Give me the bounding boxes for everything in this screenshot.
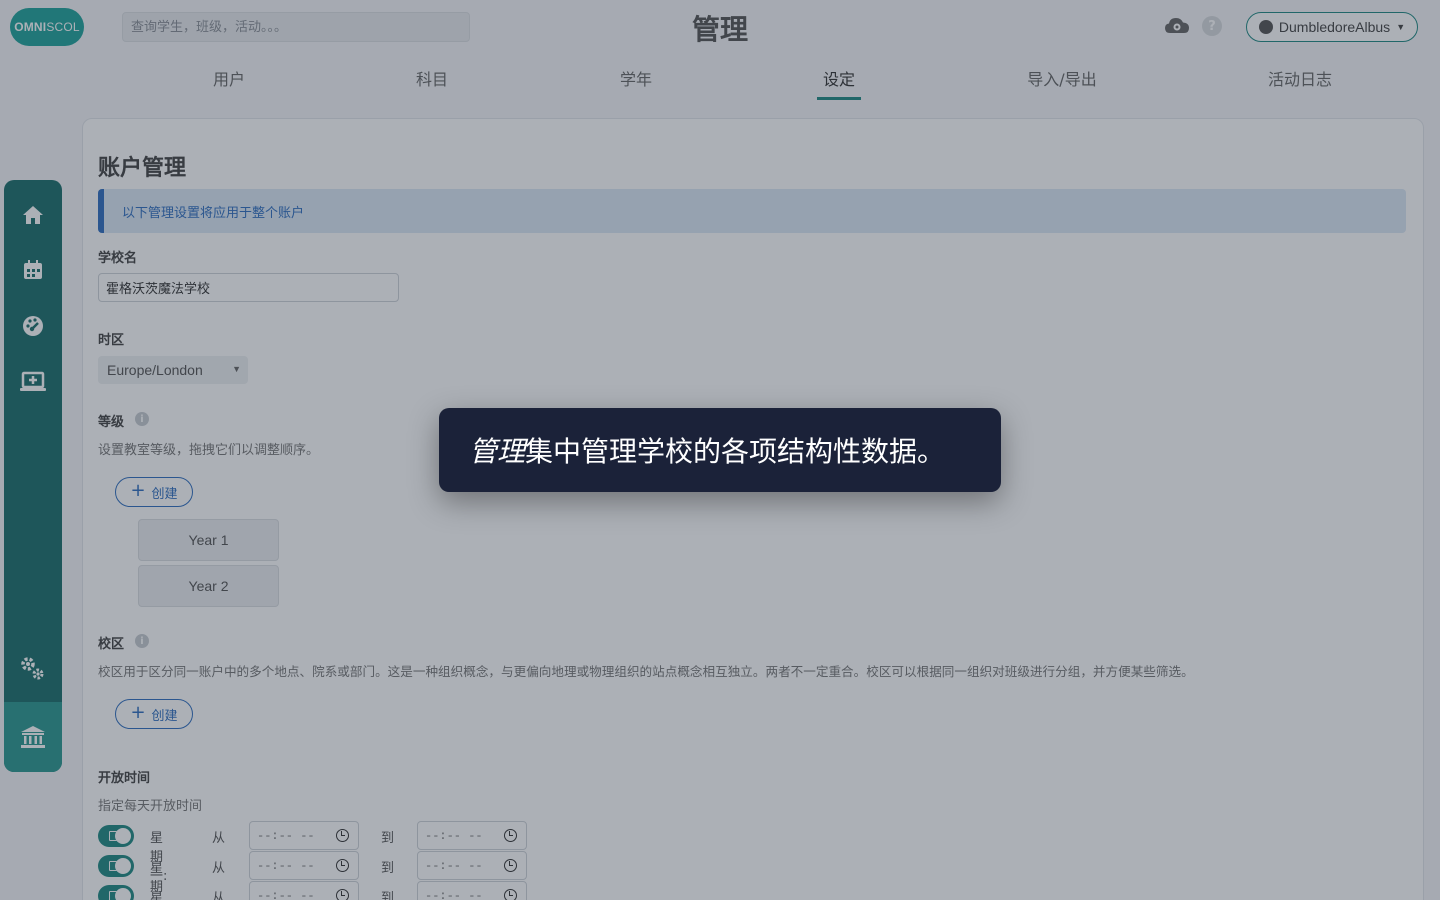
tooltip-emphasis: 管理 [469, 435, 526, 468]
tooltip-text: 集中管理学校的各项结构性数据。 [525, 435, 946, 468]
tour-tooltip: 管理 集中管理学校的各项结构性数据。 [439, 408, 1001, 492]
